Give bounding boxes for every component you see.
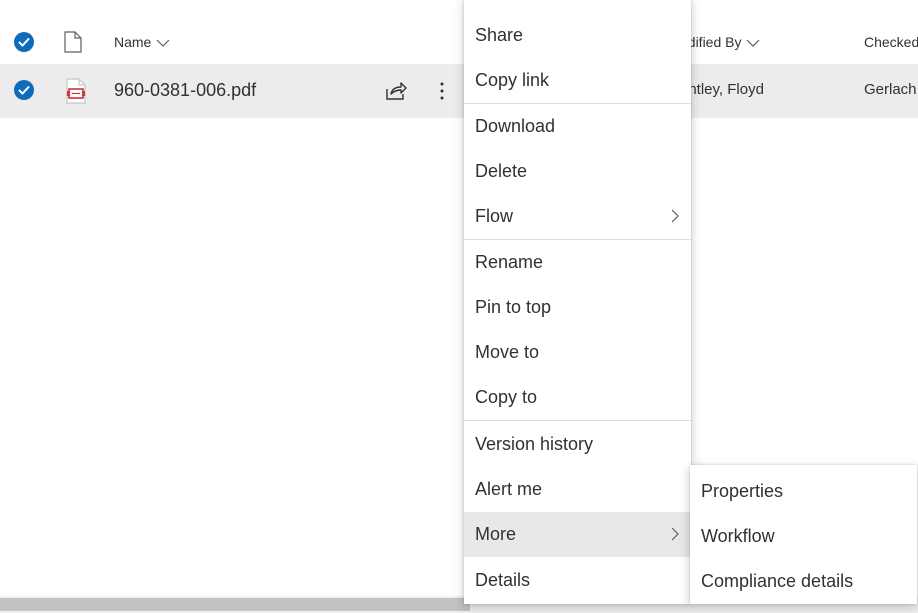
submenu-item-label: Properties — [701, 481, 784, 501]
submenu-item-compliance-details[interactable]: Compliance details — [690, 559, 917, 604]
menu-divider — [464, 420, 691, 421]
file-type-icon — [64, 31, 82, 53]
column-header-name-label: Name — [114, 34, 152, 50]
chevron-right-icon — [671, 209, 679, 223]
menu-item-label: Pin to top — [475, 297, 552, 317]
menu-item-label: Copy link — [475, 70, 550, 90]
menu-item-label: Delete — [475, 161, 528, 181]
menu-item-flow[interactable]: Flow — [464, 194, 691, 239]
chevron-right-icon — [671, 527, 679, 541]
menu-item-label: Copy to — [475, 387, 538, 407]
context-menu: Share Copy link Download Delete Flow Ren… — [464, 0, 691, 604]
menu-item-download[interactable]: Download — [464, 104, 691, 149]
column-header-modified-by[interactable]: odified By — [680, 34, 760, 50]
submenu-item-properties[interactable]: Properties — [690, 469, 917, 514]
column-header-checked-out-to[interactable]: Checked — [864, 34, 918, 50]
menu-item-alert-me[interactable]: Alert me — [464, 467, 691, 512]
more-vertical-icon[interactable] — [432, 78, 452, 104]
table-row[interactable]: 960-0381-006.pdf antley, Floyd Gerlach, — [0, 64, 918, 118]
list-header: Name odified By Checked — [0, 18, 918, 64]
submenu-item-workflow[interactable]: Workflow — [690, 514, 917, 559]
menu-item-move-to[interactable]: Move to — [464, 330, 691, 375]
menu-item-label: Alert me — [475, 479, 543, 499]
column-header-name[interactable]: Name — [114, 34, 170, 50]
menu-item-rename[interactable]: Rename — [464, 240, 691, 285]
row-checked-out-to: Gerlach, — [864, 81, 918, 98]
menu-item-label: Flow — [475, 206, 514, 226]
menu-item-pin-to-top[interactable]: Pin to top — [464, 285, 691, 330]
submenu-item-label: Workflow — [701, 526, 775, 546]
row-modified-by: antley, Floyd — [680, 81, 764, 98]
select-all-check-icon[interactable] — [14, 32, 34, 52]
chevron-down-icon — [156, 39, 170, 48]
share-icon[interactable] — [385, 81, 407, 101]
menu-item-copy-to[interactable]: Copy to — [464, 375, 691, 420]
more-submenu: Properties Workflow Compliance details — [690, 465, 917, 604]
menu-item-label: Version history — [475, 434, 594, 454]
menu-item-more[interactable]: More — [464, 512, 691, 557]
row-check-icon[interactable] — [14, 80, 34, 100]
menu-item-share[interactable]: Share — [464, 13, 691, 58]
menu-item-label: More — [475, 524, 517, 544]
menu-item-copy-link[interactable]: Copy link — [464, 58, 691, 103]
file-name-link[interactable]: 960-0381-006.pdf — [114, 80, 256, 101]
menu-item-version-history[interactable]: Version history — [464, 422, 691, 467]
menu-item-details[interactable]: Details — [464, 558, 691, 603]
menu-item-label: Download — [475, 116, 556, 136]
pdf-icon — [66, 78, 86, 104]
menu-item-delete[interactable]: Delete — [464, 149, 691, 194]
menu-item-label: Rename — [475, 252, 544, 272]
chevron-down-icon — [747, 39, 760, 48]
horizontal-scrollbar-thumb[interactable] — [0, 598, 470, 611]
submenu-item-label: Compliance details — [701, 571, 854, 591]
menu-item-label: Move to — [475, 342, 540, 362]
menu-item-label: Details — [475, 570, 531, 590]
menu-item-label: Share — [475, 25, 524, 45]
